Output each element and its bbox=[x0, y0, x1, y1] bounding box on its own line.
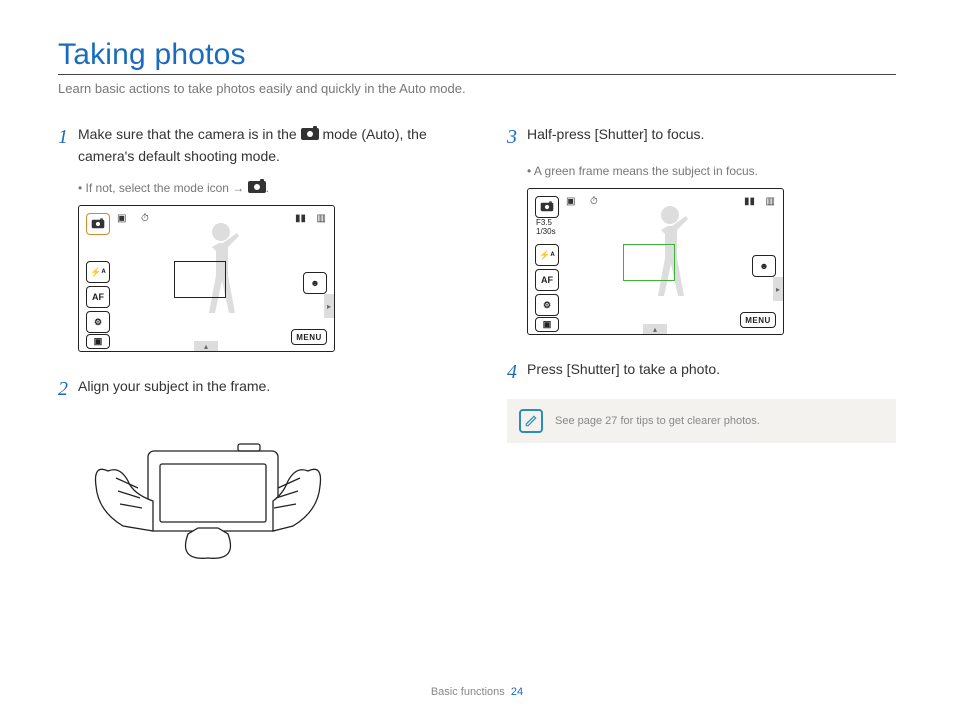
right-arrow-tab: ▸ bbox=[773, 277, 783, 301]
step-number: 3 bbox=[507, 124, 527, 150]
step-text: Half-press [Shutter] to focus. bbox=[527, 124, 704, 150]
step-text: Press [Shutter] to take a photo. bbox=[527, 359, 720, 385]
mode-icon bbox=[535, 196, 559, 218]
step-1: 1 Make sure that the camera is in the mo… bbox=[58, 124, 447, 167]
flash-icon: ⚡ᴬ bbox=[86, 261, 110, 283]
tip-box: See page 27 for tips to get clearer phot… bbox=[507, 399, 896, 443]
step-text: Make sure that the camera is in the mode… bbox=[78, 124, 447, 167]
mode-icon bbox=[86, 213, 110, 235]
timer-icon: ⏱ bbox=[590, 196, 598, 207]
scene-icon: ▣ bbox=[566, 196, 575, 207]
camera-lcd-illustration-1: ▣ ⏱ ▮▮ ▥ ⚡ᴬ AF ⚙ ▣ ☻ MENU ▸ ▴ bbox=[78, 205, 335, 352]
step-number: 4 bbox=[507, 359, 527, 385]
settings-icon: ⚙ bbox=[86, 311, 110, 333]
af-icon: AF bbox=[535, 269, 559, 291]
camera-auto-icon bbox=[301, 128, 319, 140]
camera-lcd-illustration-2: ▣ ⏱ ▮▮ ▥ F3.5 1/30s ⚡ᴬ AF ⚙ ▣ ☻ MENU ▸ ▴ bbox=[527, 188, 784, 335]
menu-label: MENU bbox=[740, 312, 776, 328]
step-3-bullet: A green frame means the subject in focus… bbox=[527, 164, 896, 178]
menu-label: MENU bbox=[291, 329, 327, 345]
step-text: Align your subject in the frame. bbox=[78, 376, 270, 402]
step-1-bullet: If not, select the mode icon → . bbox=[78, 181, 447, 195]
page-subtitle: Learn basic actions to take photos easil… bbox=[58, 81, 896, 96]
step-number: 2 bbox=[58, 376, 78, 402]
page-title: Taking photos bbox=[58, 38, 896, 75]
settings-icon: ⚙ bbox=[535, 294, 559, 316]
exposure-readout: F3.5 1/30s bbox=[536, 219, 556, 237]
signal-icon: ▮▮ bbox=[744, 196, 755, 207]
flash-icon: ⚡ᴬ bbox=[535, 244, 559, 266]
step-3: 3 Half-press [Shutter] to focus. bbox=[507, 124, 896, 150]
bottom-arrow-tab: ▴ bbox=[194, 341, 218, 351]
step-number: 1 bbox=[58, 124, 78, 167]
af-icon: AF bbox=[86, 286, 110, 308]
right-arrow-tab: ▸ bbox=[324, 294, 334, 318]
battery-icon: ▥ bbox=[317, 213, 326, 224]
bottom-arrow-tab: ▴ bbox=[643, 324, 667, 334]
focus-frame bbox=[174, 261, 226, 298]
self-shot-icon: ☻ bbox=[752, 255, 776, 277]
holding-camera-illustration bbox=[78, 416, 338, 566]
right-column: 3 Half-press [Shutter] to focus. A green… bbox=[507, 124, 896, 571]
page-footer: Basic functions 24 bbox=[0, 686, 954, 698]
tip-text: See page 27 for tips to get clearer phot… bbox=[555, 415, 760, 427]
self-shot-icon: ☻ bbox=[303, 272, 327, 294]
scene-icon: ▣ bbox=[117, 213, 126, 224]
battery-icon: ▥ bbox=[766, 196, 775, 207]
focus-frame-green bbox=[623, 244, 675, 281]
display-icon: ▣ bbox=[86, 334, 110, 349]
camera-auto-icon bbox=[248, 181, 266, 193]
display-icon: ▣ bbox=[535, 317, 559, 332]
timer-icon: ⏱ bbox=[141, 213, 149, 224]
step-4: 4 Press [Shutter] to take a photo. bbox=[507, 359, 896, 385]
left-column: 1 Make sure that the camera is in the mo… bbox=[58, 124, 447, 571]
step-2: 2 Align your subject in the frame. bbox=[58, 376, 447, 402]
signal-icon: ▮▮ bbox=[295, 213, 306, 224]
note-icon bbox=[519, 409, 543, 433]
